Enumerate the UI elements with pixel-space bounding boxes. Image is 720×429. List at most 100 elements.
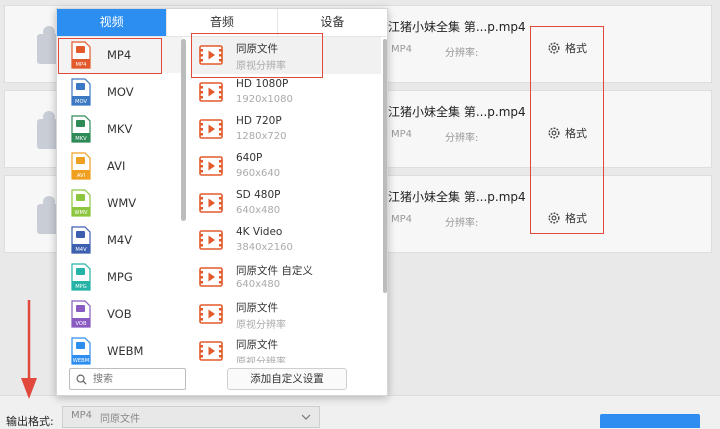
add-custom-setting-button[interactable]: 添加自定义设置 xyxy=(227,368,347,390)
preset-resolution: 原视分辨率 xyxy=(236,357,286,363)
format-icon-text: MPG xyxy=(75,284,87,290)
format-item-mp4[interactable]: MP4 MP4 xyxy=(57,37,183,73)
format-button[interactable]: 格式 xyxy=(547,210,587,226)
format-item-webm[interactable]: WEBM WEBM xyxy=(57,333,183,367)
file-format: MP4 xyxy=(391,214,413,225)
format-button-label: 格式 xyxy=(565,42,587,55)
file-resolution: 分辨率: xyxy=(445,48,479,59)
file-format-icon: VOB xyxy=(71,300,91,328)
preset-item[interactable]: HD 720P 1280x720 xyxy=(191,111,381,148)
format-button-label: 格式 xyxy=(565,212,587,225)
file-resolution: 分辨率: xyxy=(445,218,479,229)
file-resolution: 分辨率: xyxy=(445,133,479,144)
preset-resolution: 640x480 xyxy=(236,205,281,216)
preset-name: 同原文件 自定义 xyxy=(236,265,313,277)
preset-resolution: 640x480 xyxy=(236,279,281,290)
preset-list: 同原文件 原视分辨率 HD 1080P 1920x1080 HD 720P 1280x72… xyxy=(191,37,383,363)
format-label: MP4 xyxy=(107,48,132,62)
format-item-avi[interactable]: AVI AVI xyxy=(57,148,183,184)
gear-icon xyxy=(548,127,560,139)
preset-name: SD 480P xyxy=(236,189,281,201)
file-format-icon: MOV xyxy=(71,78,91,106)
format-item-mov[interactable]: MOV MOV xyxy=(57,74,183,110)
preset-resolution: 原视分辨率 xyxy=(236,320,286,331)
tab-device[interactable]: 设备 xyxy=(276,9,387,36)
preset-item[interactable]: SD 480P 640x480 xyxy=(191,185,381,222)
preset-item[interactable]: 同原文件 原视分辨率 xyxy=(191,333,381,363)
preset-name: 同原文件 xyxy=(236,302,278,314)
format-tabs: 视频 音频 设备 xyxy=(57,9,387,37)
file-format: MP4 xyxy=(391,129,413,140)
format-item-mkv[interactable]: MKV MKV xyxy=(57,111,183,147)
format-list: MP4 MP4 MOV MOV MKV MKV AVI AVI WMV WMV M4V M4V MPG M… xyxy=(57,37,183,367)
preset-name: 4K Video xyxy=(236,226,283,238)
file-format-icon: AVI xyxy=(71,152,91,180)
format-icon-text: MKV xyxy=(75,136,87,142)
video-file-icon xyxy=(199,267,223,287)
format-icon-text: WEBM xyxy=(73,358,89,364)
format-icon-text: MP4 xyxy=(76,62,88,68)
preset-list-scrollbar[interactable] xyxy=(383,39,387,293)
video-file-icon xyxy=(199,304,223,324)
format-label: MPG xyxy=(107,270,133,284)
video-file-icon xyxy=(199,230,223,250)
format-button[interactable]: 格式 xyxy=(547,40,587,56)
search-input[interactable] xyxy=(91,372,175,386)
file-format-icon: M4V xyxy=(71,226,91,254)
format-button[interactable]: 格式 xyxy=(547,125,587,141)
preset-name: 同原文件 xyxy=(236,339,278,351)
file-name: 江猪小妹全集 第...p.mp4 xyxy=(388,190,526,204)
preset-item[interactable]: 同原文件 原视分辨率 xyxy=(191,37,381,74)
preset-item[interactable]: 同原文件 原视分辨率 xyxy=(191,296,381,333)
chevron-down-icon xyxy=(301,414,311,420)
tab-video[interactable]: 视频 xyxy=(57,9,167,36)
format-label: MOV xyxy=(107,85,134,99)
search-icon xyxy=(76,374,87,385)
file-format-icon: WEBM xyxy=(71,337,91,365)
preset-resolution: 1920x1080 xyxy=(236,94,293,105)
video-file-icon xyxy=(199,193,223,213)
format-icon-text: MOV xyxy=(75,99,87,105)
format-label: AVI xyxy=(107,159,126,173)
preset-resolution: 3840x2160 xyxy=(236,242,293,253)
preset-name: 640P xyxy=(236,152,263,164)
format-item-m4v[interactable]: M4V M4V xyxy=(57,222,183,258)
output-format-select[interactable]: MP4 同原文件 xyxy=(62,406,320,428)
format-list-scrollbar[interactable] xyxy=(181,39,186,221)
format-label: VOB xyxy=(107,307,132,321)
video-file-icon xyxy=(199,119,223,139)
format-label: M4V xyxy=(107,233,133,247)
format-label: WEBM xyxy=(107,344,144,358)
format-icon-text: AVI xyxy=(77,173,86,179)
preset-resolution: 原视分辨率 xyxy=(236,61,286,72)
preset-item[interactable]: 同原文件 自定义 640x480 xyxy=(191,259,381,296)
tab-audio[interactable]: 音频 xyxy=(166,9,276,36)
preset-name: HD 1080P xyxy=(236,78,289,90)
file-format-icon: MP4 xyxy=(71,41,91,69)
preset-resolution: 1280x720 xyxy=(236,131,287,142)
red-arrow-annotation xyxy=(21,300,37,399)
file-format: MP4 xyxy=(391,44,413,55)
format-icon-text: M4V xyxy=(75,247,87,253)
format-label: WMV xyxy=(107,196,137,210)
format-item-mpg[interactable]: MPG MPG xyxy=(57,259,183,295)
format-item-wmv[interactable]: WMV WMV xyxy=(57,185,183,221)
format-search[interactable] xyxy=(69,368,186,390)
preset-name: 同原文件 xyxy=(236,43,278,55)
preset-item[interactable]: 4K Video 3840x2160 xyxy=(191,222,381,259)
video-file-icon xyxy=(199,341,223,361)
bottom-bar: 输出格式: MP4 同原文件 xyxy=(0,395,720,428)
format-icon-text: WMV xyxy=(74,210,88,216)
output-format-value: MP4 xyxy=(71,409,93,421)
gear-icon xyxy=(548,42,560,54)
convert-button[interactable] xyxy=(600,414,700,428)
output-preset-value: 同原文件 xyxy=(100,413,141,425)
video-file-icon xyxy=(199,156,223,176)
file-format-icon: WMV xyxy=(71,189,91,217)
preset-item[interactable]: HD 1080P 1920x1080 xyxy=(191,74,381,111)
video-file-icon xyxy=(199,45,223,65)
video-file-icon xyxy=(199,82,223,102)
format-picker-popup: 视频 音频 设备 MP4 MP4 MOV MOV MKV MKV AVI AVI WMV WMV M… xyxy=(56,8,388,396)
format-item-vob[interactable]: VOB VOB xyxy=(57,296,183,332)
preset-item[interactable]: 640P 960x640 xyxy=(191,148,381,185)
